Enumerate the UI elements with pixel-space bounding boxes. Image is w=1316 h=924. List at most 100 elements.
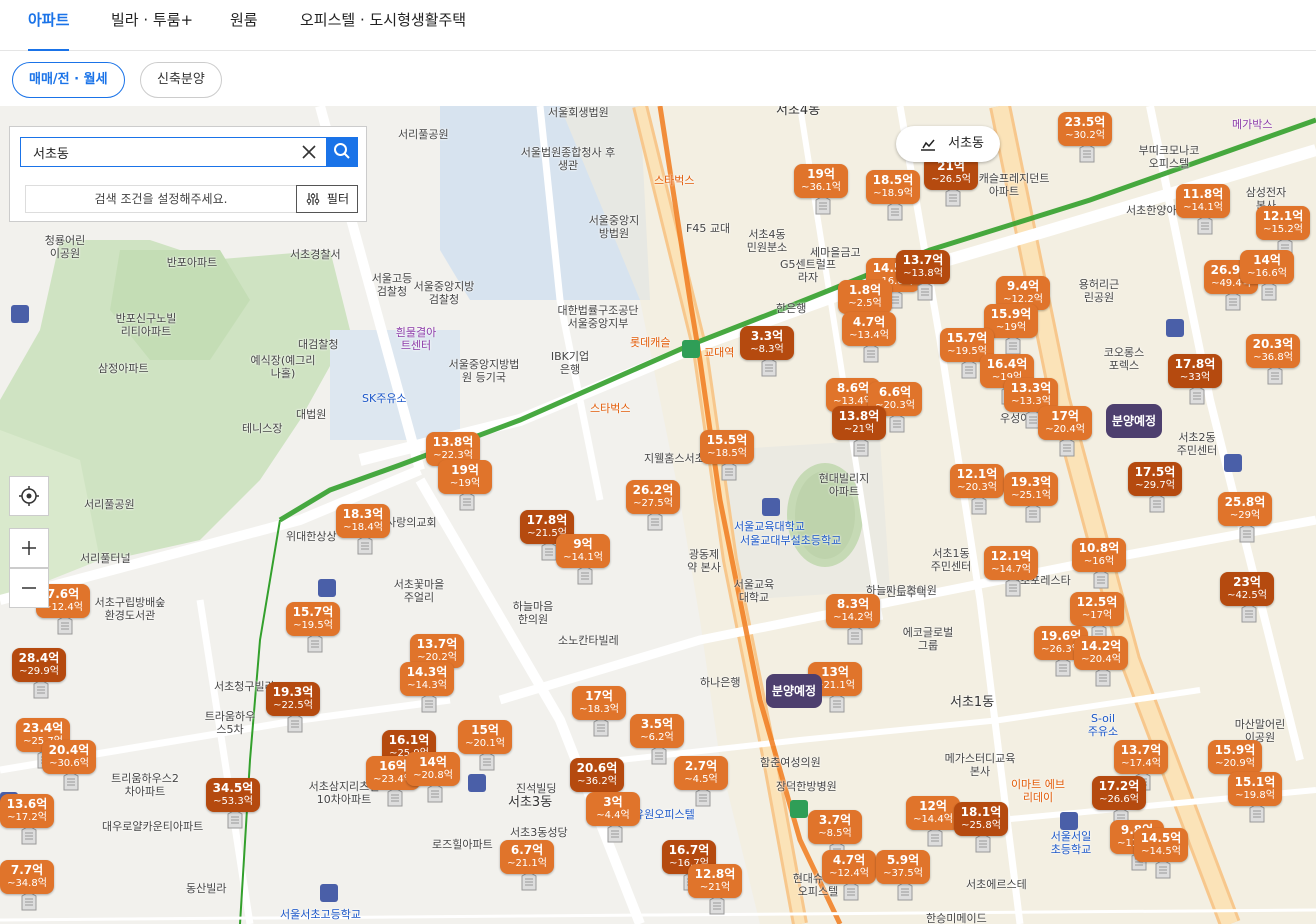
filter-button[interactable]: 필터 (296, 185, 358, 213)
price-marker[interactable]: 14.2억 ~20.4억 (1074, 636, 1128, 687)
price-range: ~14.4억 (913, 814, 953, 825)
price-range: ~29.7억 (1135, 480, 1175, 491)
price-value: 13.7억 (1120, 743, 1162, 757)
dong-button[interactable]: 서초동 (896, 126, 1000, 162)
price-marker[interactable]: 12억 ~14.4억 (906, 796, 960, 847)
price-marker[interactable]: 9억 ~14.1억 (556, 534, 610, 585)
price-range: ~14.2억 (833, 612, 873, 623)
search-button[interactable] (326, 137, 358, 167)
tab-oneroom[interactable]: 원룸 (230, 0, 258, 51)
price-marker[interactable]: 12.5억 ~17억 (1070, 592, 1124, 643)
presale-marker[interactable]: 분양예정 (1106, 404, 1162, 438)
zoom-in-button[interactable] (9, 528, 49, 568)
price-marker[interactable]: 26.2억 ~27.5억 (626, 480, 680, 531)
price-marker[interactable]: 19억 ~19억 (438, 460, 492, 511)
price-marker[interactable]: 18.1억 ~25.8억 (954, 802, 1008, 853)
map-label: 트라움하우스5차 (204, 710, 256, 736)
price-marker[interactable]: 14억 ~20.8억 (406, 752, 460, 803)
price-range: ~30.2억 (1065, 130, 1105, 141)
price-marker[interactable]: 25.8억 ~29억 (1218, 492, 1272, 543)
price-marker[interactable]: 13.7억 ~17.4억 (1114, 740, 1168, 791)
price-marker[interactable]: 12.8억 ~21억 (688, 864, 742, 915)
price-marker[interactable]: 2.7억 ~4.5억 (674, 756, 728, 807)
price-marker[interactable]: 13.6억 ~17.2억 (0, 794, 54, 845)
price-marker[interactable]: 28.4억 ~29.9억 (12, 648, 66, 699)
price-range: ~19억 (449, 478, 481, 489)
price-marker[interactable]: 15.9억 ~20.9억 (1208, 740, 1262, 791)
price-marker[interactable]: 15.7억 ~19.5억 (286, 602, 340, 653)
price-value: 23.4억 (22, 721, 64, 735)
price-marker[interactable]: 3억 ~4.4억 (586, 792, 640, 843)
close-icon[interactable] (300, 143, 318, 161)
price-marker[interactable]: 15.5억 ~18.5억 (700, 430, 754, 481)
map-canvas[interactable]: 서초4동 서초1동 서초3동 서초2동 주민센터 서초1동 주민센터 서울교육대… (0, 106, 1316, 924)
price-marker[interactable]: 13.8억 ~21억 (832, 406, 886, 457)
price-marker[interactable]: 19억 ~36.1억 (794, 164, 848, 215)
price-range: ~20.3억 (957, 482, 997, 493)
subtab-trade[interactable]: 매매/전 · 월세 (12, 62, 125, 98)
price-marker[interactable]: 4.7억 ~13.4억 (842, 312, 896, 363)
price-marker[interactable]: 17억 ~18.3억 (572, 686, 626, 737)
price-range: ~15.2억 (1263, 224, 1303, 235)
map-label: 서울교육대학교 (733, 578, 775, 604)
price-marker[interactable]: 15.1억 ~19.8억 (1228, 772, 1282, 823)
search-input[interactable] (20, 137, 327, 167)
price-value: 13.6억 (6, 797, 48, 811)
price-marker[interactable]: 3.5억 ~6.2억 (630, 714, 684, 765)
price-marker[interactable]: 10.8억 ~16억 (1072, 538, 1126, 589)
price-marker[interactable]: 34.5억 ~53.3억 (206, 778, 260, 829)
filter-hint[interactable]: 검색 조건을 설정해주세요. (25, 185, 297, 213)
price-marker[interactable]: 14억 ~16.6억 (1240, 250, 1294, 301)
price-marker[interactable]: 1.8억 ~2.5억 (838, 280, 892, 331)
price-marker[interactable]: 4.7억 ~12.4억 (822, 850, 876, 901)
tab-apartment[interactable]: 아파트 (28, 0, 70, 51)
price-marker[interactable]: 12.1억 ~14.7억 (984, 546, 1038, 597)
map-label: 서초4동 (776, 106, 821, 118)
map-label: 서초2동 주민센터 (1176, 431, 1218, 457)
price-value: 26.2억 (632, 483, 674, 497)
price-marker[interactable]: 18.5억 ~18.9억 (866, 170, 920, 221)
price-marker[interactable]: 17.5억 ~29.7억 (1128, 462, 1182, 513)
subtab-presale[interactable]: 신축분양 (140, 62, 222, 98)
price-marker[interactable]: 7.7억 ~34.8억 (0, 860, 54, 911)
price-marker[interactable]: 13.7억 ~13.8억 (896, 250, 950, 301)
price-marker[interactable]: 3.7억 ~8.5억 (808, 810, 862, 861)
price-marker[interactable]: 14.3억 ~14.3억 (400, 662, 454, 713)
price-marker[interactable]: 19.3억 ~25.1억 (1004, 472, 1058, 523)
price-marker[interactable]: 18.3억 ~18.4억 (336, 504, 390, 555)
price-marker[interactable]: 8.3억 ~14.2억 (826, 594, 880, 645)
price-marker[interactable]: 15억 ~20.1억 (458, 720, 512, 771)
price-marker[interactable]: 17.2억 ~26.6억 (1092, 776, 1146, 827)
presale-marker[interactable]: 분양예정 (766, 674, 822, 708)
price-marker[interactable]: 20.4억 ~30.6억 (42, 740, 96, 791)
price-marker[interactable]: 5.9억 ~37.5억 (876, 850, 930, 901)
price-marker[interactable]: 20.3억 ~36.8억 (1246, 334, 1300, 385)
price-marker[interactable]: 17.8억 ~33억 (1168, 354, 1222, 405)
price-marker[interactable]: 12.1억 ~20.3억 (950, 464, 1004, 515)
chart-icon (921, 139, 935, 151)
price-marker[interactable]: 19.3억 ~22.5억 (266, 682, 320, 733)
map-label: 서울중앙지방법원 등기국 (448, 358, 520, 384)
map-label: 에코글로벌그룹 (902, 626, 954, 652)
price-marker[interactable]: 23.5억 ~30.2억 (1058, 112, 1112, 163)
map-label: 메가박스 (1232, 118, 1273, 131)
school-icon (11, 305, 29, 323)
locate-button[interactable] (9, 476, 49, 516)
price-marker[interactable]: 6.7억 ~21.1억 (500, 840, 554, 891)
price-marker[interactable]: 20.6억 ~36.2억 (570, 758, 624, 809)
map-label: 유원오피스텔 (634, 808, 695, 821)
price-value: 8.3억 (836, 597, 870, 611)
price-marker[interactable]: 14.5억 ~14.5억 (1134, 828, 1188, 879)
price-marker[interactable]: 12.1억 ~15.2억 (1256, 206, 1310, 257)
price-range: ~13.4억 (849, 330, 889, 341)
price-marker[interactable]: 3.3억 ~8.3억 (740, 326, 794, 377)
price-marker[interactable]: 17억 ~20.4억 (1038, 406, 1092, 457)
price-marker[interactable]: 11.8억 ~14.1억 (1176, 184, 1230, 235)
price-value: 1.8억 (848, 283, 882, 297)
zoom-out-button[interactable] (9, 568, 49, 608)
price-marker[interactable]: 23억 ~42.5억 (1220, 572, 1274, 623)
map-label: 대한법률구조공단 서울중앙지부 (557, 304, 639, 330)
map-label: 함춘여성의원 (760, 756, 821, 769)
tab-officetel[interactable]: 오피스텔 · 도시형생활주택 (300, 0, 466, 51)
tab-villa[interactable]: 빌라 · 투룸+ (111, 0, 193, 51)
